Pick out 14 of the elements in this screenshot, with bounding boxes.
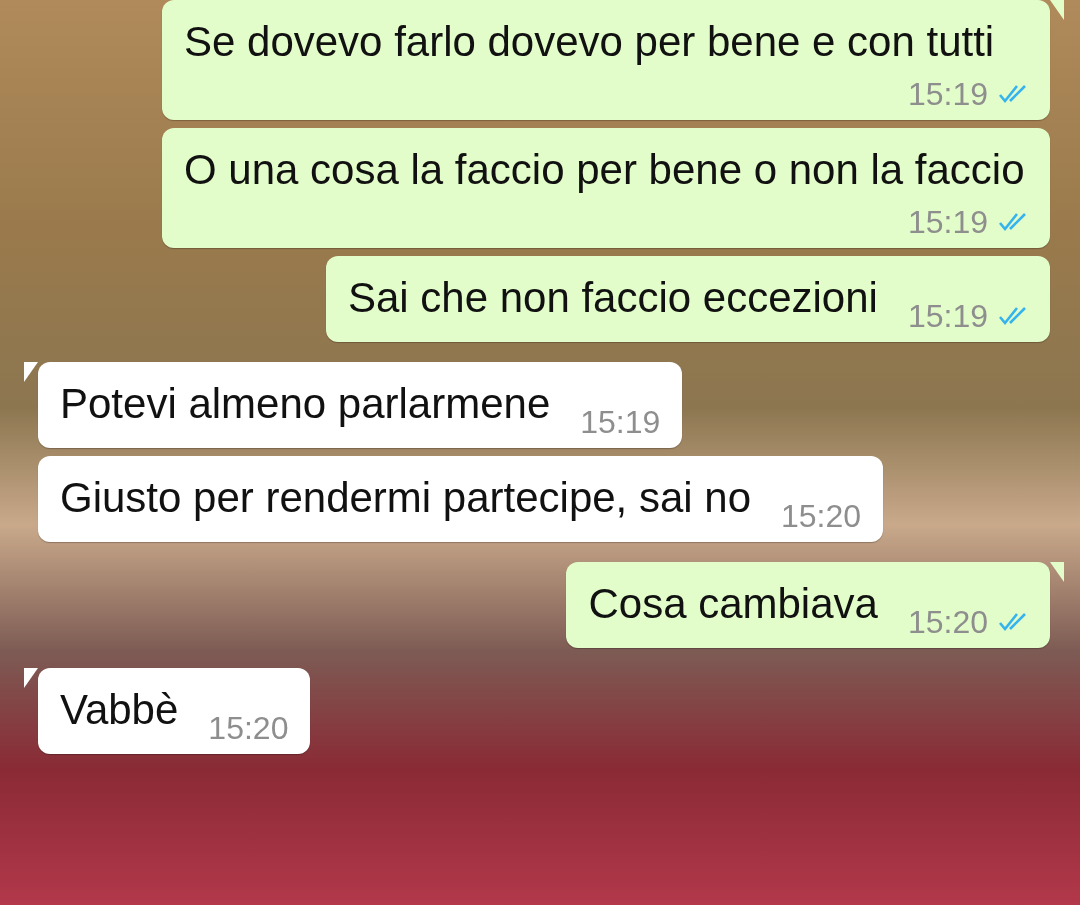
message-text: Se dovevo farlo dovevo per bene e con tutti (184, 17, 995, 67)
message-time: 15:20 (907, 604, 988, 640)
message-text: Potevi almeno parlarmene (60, 379, 551, 429)
message-text: Cosa cambiava (588, 579, 878, 629)
message-time: 15:20 (781, 498, 862, 534)
message-time: 15:19 (907, 204, 988, 240)
message-text: Vabbè (60, 685, 179, 735)
message-time: 15:19 (907, 298, 988, 334)
message-text: O una cosa la faccio per bene o non la faccio (184, 145, 1025, 195)
message-time: 15:19 (580, 404, 661, 440)
message-time: 15:20 (208, 710, 289, 746)
message-text: Giusto per rendermi partecipe, sai no (60, 473, 751, 523)
message-text: Sai che non faccio eccezioni (347, 273, 878, 323)
message-time: 15:19 (907, 76, 988, 112)
